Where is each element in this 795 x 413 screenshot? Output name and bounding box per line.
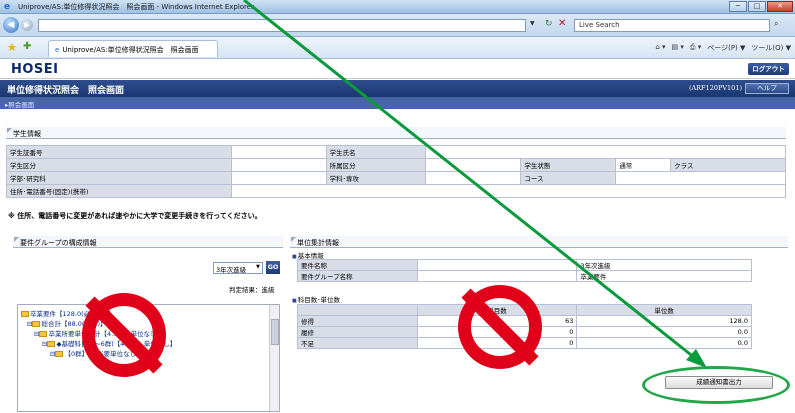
- arrow-shaft: [243, 0, 701, 364]
- annotation-arrow: [243, 0, 707, 368]
